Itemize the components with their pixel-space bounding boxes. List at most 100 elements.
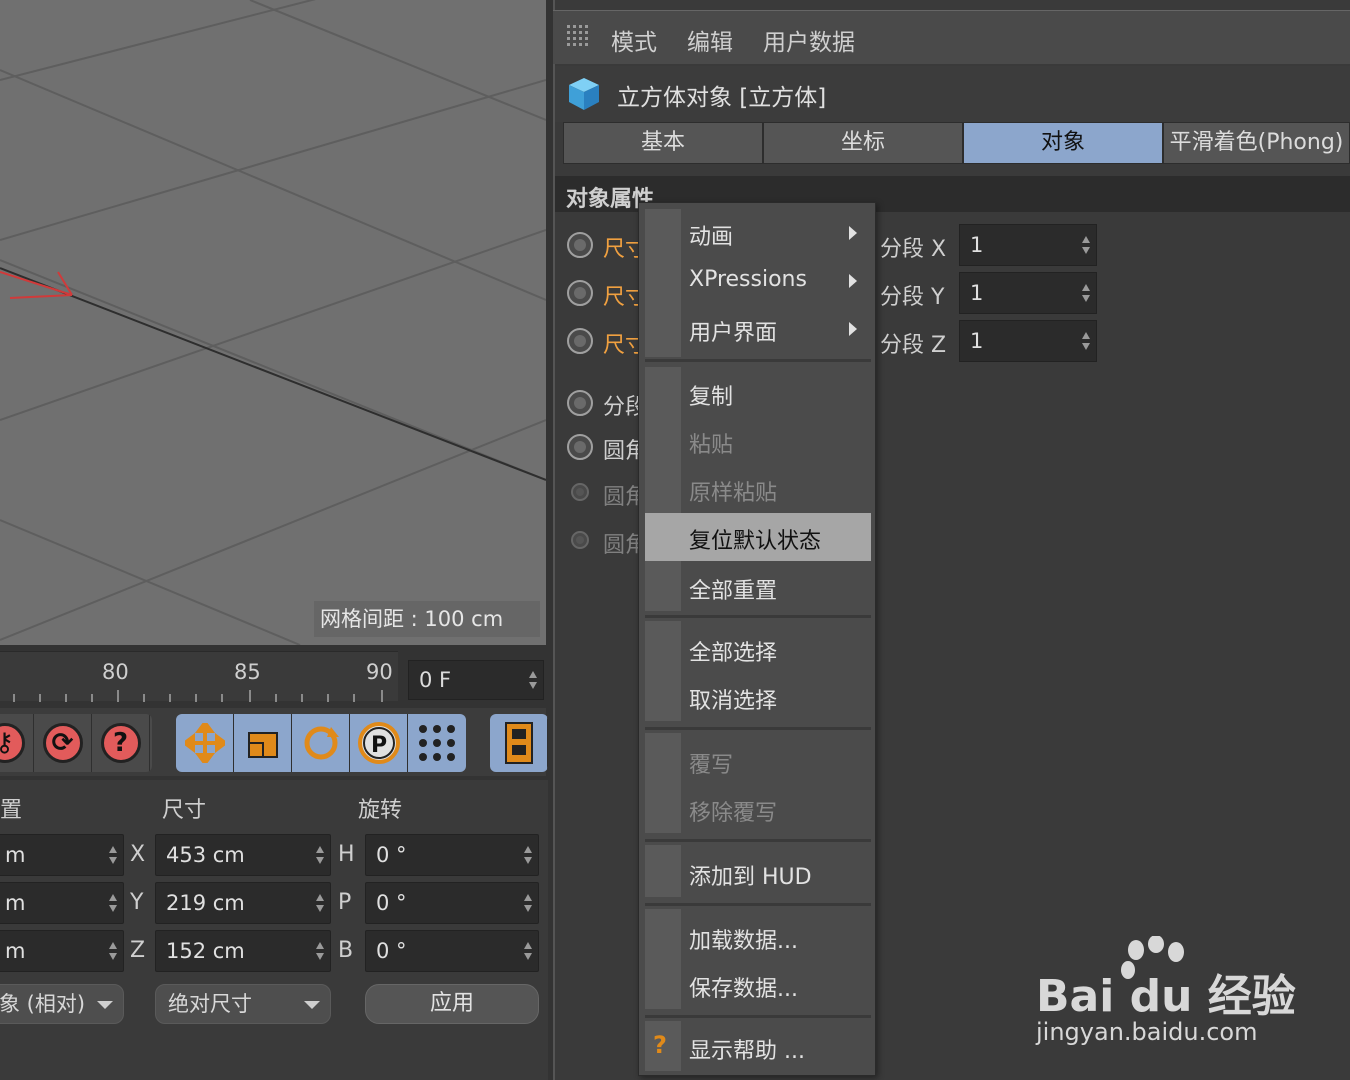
record-key-button[interactable]: ⚷ — [0, 714, 34, 772]
menu-item-label: 加载数据... — [689, 929, 798, 954]
menu-item-show-help[interactable]: ? 显示帮助 ... — [645, 1023, 871, 1071]
menu-separator — [645, 359, 871, 362]
move-tool-button[interactable] — [176, 714, 234, 772]
menu-item-user-interface[interactable]: 用户界面 — [645, 305, 871, 353]
menu-item-xpressions[interactable]: XPressions — [645, 257, 871, 305]
key-help-button[interactable]: ? — [92, 714, 150, 772]
position-z-field[interactable]: m — [0, 930, 124, 972]
rotation-b-field[interactable]: 0 ° — [365, 930, 539, 972]
timeline-ruler[interactable]: 80 85 90 — [0, 651, 398, 702]
key-icon: ⚷ — [0, 723, 25, 763]
position-x-value: m — [5, 843, 26, 867]
spinner-arrows-icon[interactable] — [109, 894, 117, 912]
spinner-arrows-icon[interactable] — [109, 942, 117, 960]
size-y-field[interactable]: 219 cm — [155, 882, 331, 924]
spinner-arrows-icon[interactable] — [316, 846, 324, 864]
attribute-tabs: 基本 坐标 对象 平滑着色(Phong) — [563, 122, 1350, 164]
spinner-arrows-icon[interactable] — [1082, 236, 1090, 254]
segments-y-field[interactable]: 1 — [959, 272, 1097, 314]
size-z-field[interactable]: 152 cm — [155, 930, 331, 972]
menu-separator — [645, 839, 871, 842]
animate-radio[interactable] — [567, 328, 593, 354]
menu-item-paste-in-place: 原样粘贴 — [645, 465, 871, 513]
current-frame-field[interactable]: 0 F — [408, 660, 544, 700]
tab-coord[interactable]: 坐标 — [763, 122, 963, 164]
menu-item-paste: 粘贴 — [645, 417, 871, 465]
position-z-value: m — [5, 939, 26, 963]
spinner-arrows-icon[interactable] — [109, 846, 117, 864]
spinner-arrows-icon[interactable] — [316, 942, 324, 960]
spinner-arrows-icon[interactable] — [529, 671, 537, 689]
menu-mode[interactable]: 模式 — [611, 23, 657, 57]
animate-radio[interactable] — [567, 390, 593, 416]
position-y-field[interactable]: m — [0, 882, 124, 924]
rotate-tool-button[interactable] — [292, 714, 350, 772]
menu-item-copy[interactable]: 复制 — [645, 369, 871, 417]
rotation-p-value: 0 ° — [376, 891, 407, 915]
grip-icon[interactable] — [567, 25, 593, 51]
apply-button[interactable]: 应用 — [365, 984, 539, 1024]
menu-item-reset-all[interactable]: 全部重置 — [645, 563, 871, 611]
scale-box-icon — [247, 732, 278, 758]
rotation-h-label: H — [338, 842, 355, 867]
animate-radio[interactable] — [567, 232, 593, 258]
rotation-p-field[interactable]: 0 ° — [365, 882, 539, 924]
rotation-h-value: 0 ° — [376, 843, 407, 867]
animate-radio[interactable] — [567, 434, 593, 460]
spinner-arrows-icon[interactable] — [524, 942, 532, 960]
chevron-down-icon — [304, 1001, 320, 1009]
auto-key-button[interactable]: ⟳ — [34, 714, 92, 772]
menu-user-data[interactable]: 用户数据 — [763, 23, 855, 57]
segments-z-field[interactable]: 1 — [959, 320, 1097, 362]
watermark-brand: Bai du 经验 — [1036, 971, 1296, 1022]
spinner-arrows-icon[interactable] — [1082, 284, 1090, 302]
size-x-field[interactable]: 453 cm — [155, 834, 331, 876]
svg-text:P: P — [371, 733, 387, 758]
timeline-tool-group — [490, 714, 548, 772]
menu-item-remove-override: 移除覆写 — [645, 785, 871, 833]
coordinates-panel: 置 尺寸 旋转 m m m X Y Z 453 cm 219 cm 152 cm… — [0, 780, 548, 1080]
animate-radio[interactable] — [567, 280, 593, 306]
menu-item-deselect[interactable]: 取消选择 — [645, 673, 871, 721]
menu-edit[interactable]: 编辑 — [687, 23, 733, 57]
menu-item-label: 原样粘贴 — [689, 481, 778, 506]
point-level-button[interactable] — [408, 714, 466, 772]
menu-item-label: 用户界面 — [689, 321, 778, 346]
dot-grid-icon — [419, 725, 455, 761]
rotation-h-field[interactable]: 0 ° — [365, 834, 539, 876]
menu-item-reset-default[interactable]: 复位默认状态 — [645, 513, 871, 561]
menu-item-select-all[interactable]: 全部选择 — [645, 625, 871, 673]
spinner-arrows-icon[interactable] — [524, 846, 532, 864]
tab-phong[interactable]: 平滑着色(Phong) — [1163, 122, 1350, 164]
menu-item-add-to-hud[interactable]: 添加到 HUD — [645, 849, 871, 897]
scale-tool-button[interactable] — [234, 714, 292, 772]
segments-y-label: 分段 Y — [880, 285, 945, 310]
spinner-arrows-icon[interactable] — [316, 894, 324, 912]
coordinate-mode-dropdown[interactable]: 象 (相对) — [0, 984, 124, 1024]
spinner-arrows-icon[interactable] — [524, 894, 532, 912]
animate-radio[interactable] — [571, 531, 589, 549]
chevron-down-icon — [97, 1001, 113, 1009]
tab-object[interactable]: 对象 — [963, 122, 1163, 164]
spinner-arrows-icon[interactable] — [1082, 332, 1090, 350]
menu-item-label: 全部重置 — [689, 579, 778, 604]
menu-item-load-data[interactable]: 加载数据... — [645, 913, 871, 961]
menu-item-save-data[interactable]: 保存数据... — [645, 961, 871, 1009]
submenu-arrow-icon — [849, 322, 857, 336]
3d-viewport[interactable] — [0, 0, 546, 645]
position-x-field[interactable]: m — [0, 834, 124, 876]
animate-radio[interactable] — [571, 483, 589, 501]
viewport-grid — [0, 0, 546, 645]
tab-basic[interactable]: 基本 — [563, 122, 763, 164]
help-question-icon: ? — [653, 1031, 667, 1059]
segments-x-field[interactable]: 1 — [959, 224, 1097, 266]
menu-item-label: 覆写 — [689, 753, 734, 778]
film-strip-button[interactable] — [490, 714, 548, 772]
parameter-tool-button[interactable]: P — [350, 714, 408, 772]
grid-spacing-readout: 网格间距 : 100 cm — [314, 601, 540, 637]
playback-toolbar: ⚷ ⟳ ? P — [0, 708, 548, 776]
menu-item-animation[interactable]: 动画 — [645, 209, 871, 257]
size-column-header: 尺寸 — [162, 798, 207, 823]
tick-label: 85 — [234, 660, 261, 684]
size-mode-dropdown[interactable]: 绝对尺寸 — [155, 984, 331, 1024]
